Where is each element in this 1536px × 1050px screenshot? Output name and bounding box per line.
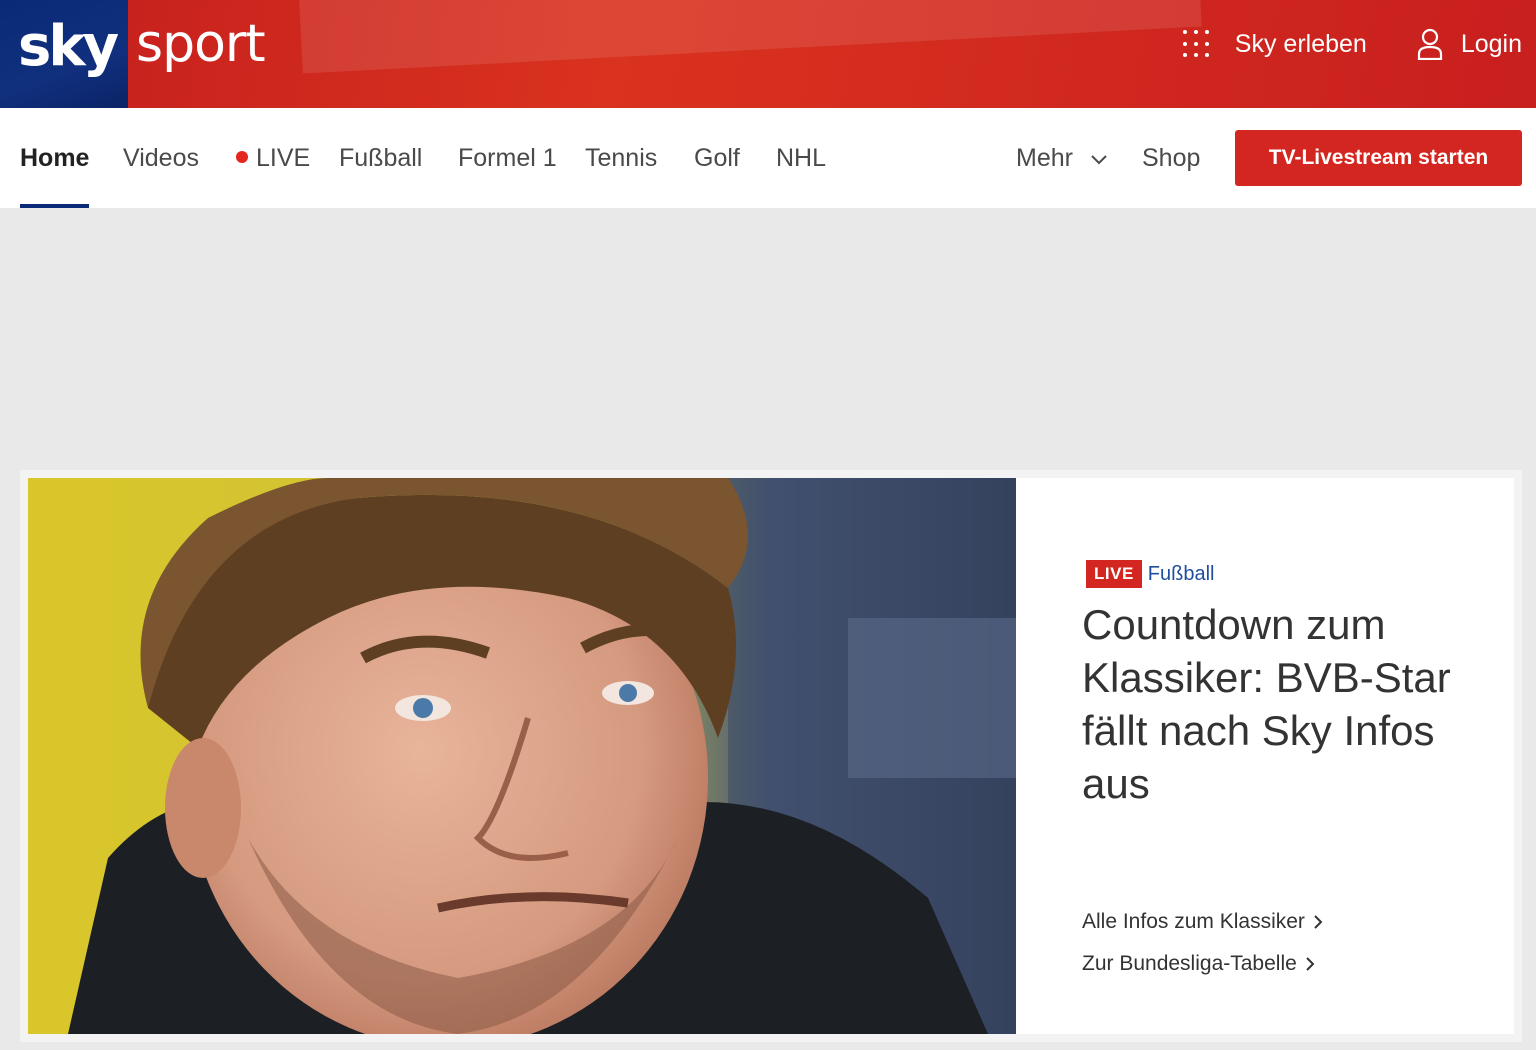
tv-livestream-button[interactable]: TV-Livestream starten bbox=[1235, 130, 1522, 186]
nav-more-dropdown[interactable]: Mehr bbox=[1016, 108, 1108, 208]
live-badge: LIVE bbox=[1086, 560, 1142, 588]
hero-link-klassiker[interactable]: Alle Infos zum Klassiker bbox=[1082, 910, 1323, 934]
login-link[interactable]: Login bbox=[1417, 28, 1522, 60]
main-navigation: Home Videos LIVE Fußball Formel 1 Tennis… bbox=[0, 108, 1536, 208]
nav-item-golf[interactable]: Golf bbox=[694, 108, 740, 208]
nav-item-formel1[interactable]: Formel 1 bbox=[458, 108, 557, 208]
hero-portrait-image bbox=[28, 478, 1016, 1034]
hero-headline[interactable]: Countdown zum Klassiker: BVB-Star fällt … bbox=[1082, 598, 1482, 810]
nav-item-live[interactable]: LIVE bbox=[236, 108, 310, 208]
sport-logo[interactable]: sport bbox=[136, 14, 266, 74]
hero-link-klassiker-label: Alle Infos zum Klassiker bbox=[1082, 910, 1305, 933]
hero-category-link[interactable]: Fußball bbox=[1148, 563, 1215, 586]
hero-teaser: LIVE Fußball Countdown zum Klassiker: BV… bbox=[20, 470, 1522, 1042]
user-icon bbox=[1417, 28, 1442, 60]
hero-photo[interactable] bbox=[28, 478, 1016, 1034]
chevron-down-icon bbox=[1091, 155, 1107, 165]
nav-item-fussball[interactable]: Fußball bbox=[339, 108, 422, 208]
login-label: Login bbox=[1460, 29, 1522, 58]
chevron-right-icon bbox=[1314, 915, 1323, 929]
hero-label-row: LIVE Fußball bbox=[1086, 560, 1215, 588]
nav-item-live-label: LIVE bbox=[256, 144, 311, 172]
header-actions: Sky erleben Login bbox=[1182, 28, 1522, 60]
hero-link-tabelle-label: Zur Bundesliga-Tabelle bbox=[1082, 952, 1297, 975]
nav-item-tennis[interactable]: Tennis bbox=[585, 108, 657, 208]
apps-grid-icon bbox=[1182, 30, 1211, 58]
sky-erleben-label: Sky erleben bbox=[1234, 29, 1367, 58]
sky-logo[interactable]: sky bbox=[18, 14, 119, 79]
nav-item-videos[interactable]: Videos bbox=[123, 108, 199, 208]
nav-item-shop[interactable]: Shop bbox=[1142, 108, 1200, 208]
nav-more-label: Mehr bbox=[1016, 144, 1073, 172]
live-dot-icon bbox=[236, 151, 248, 163]
chevron-right-icon bbox=[1306, 957, 1315, 971]
hero-text-panel: LIVE Fußball Countdown zum Klassiker: BV… bbox=[1016, 478, 1514, 1034]
nav-item-home[interactable]: Home bbox=[20, 108, 90, 208]
nav-item-nhl[interactable]: NHL bbox=[776, 108, 826, 208]
top-header: sky sport Sky erleben Login bbox=[0, 0, 1536, 108]
hero-link-tabelle[interactable]: Zur Bundesliga-Tabelle bbox=[1082, 952, 1315, 976]
sky-erleben-link[interactable]: Sky erleben bbox=[1182, 29, 1367, 59]
